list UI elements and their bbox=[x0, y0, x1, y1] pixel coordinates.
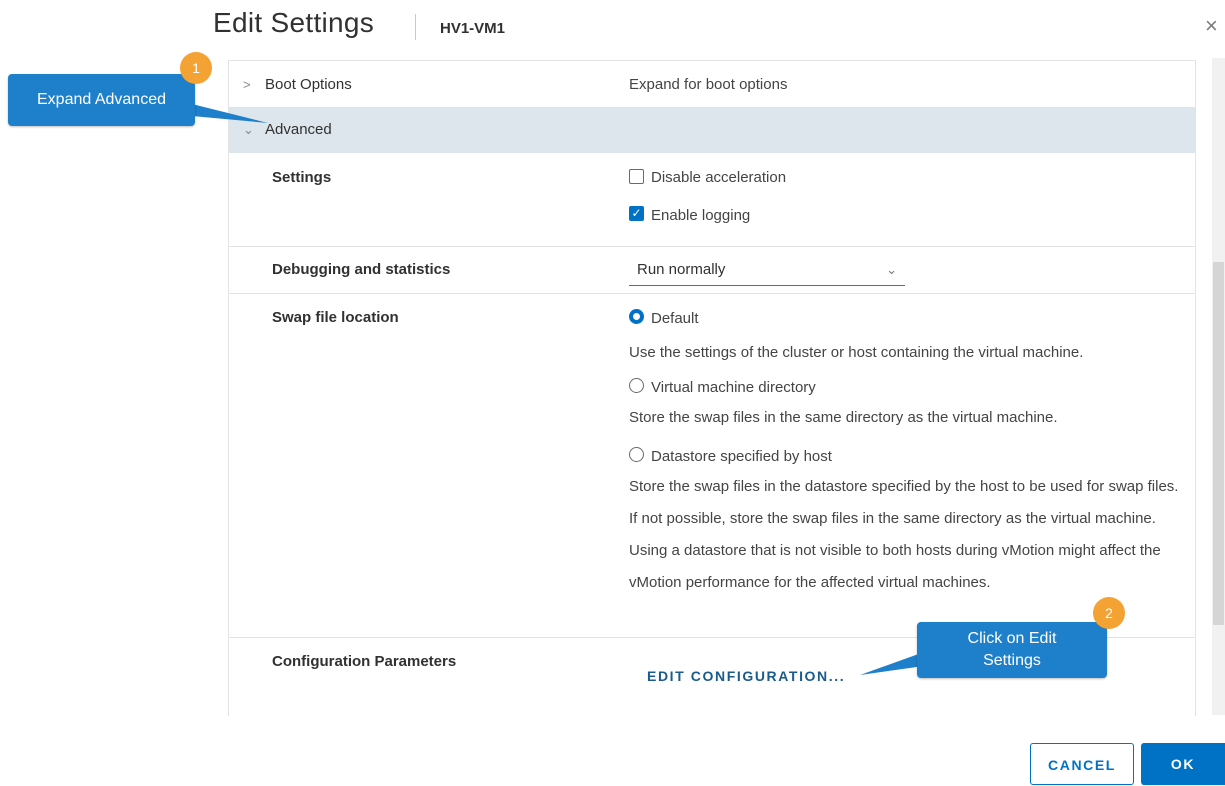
callout-click-edit-settings: Click on Edit Settings bbox=[917, 622, 1107, 678]
callout-2-pointer bbox=[860, 652, 924, 675]
callout-2-badge: 2 bbox=[1093, 597, 1125, 629]
callout-2-text: Click on Edit Settings bbox=[967, 630, 1057, 669]
callout-1-pointer bbox=[192, 104, 268, 123]
callout-expand-advanced: Expand Advanced bbox=[8, 74, 195, 126]
callout-1-text: Expand Advanced bbox=[37, 91, 166, 108]
callout-1-badge: 1 bbox=[180, 52, 212, 84]
